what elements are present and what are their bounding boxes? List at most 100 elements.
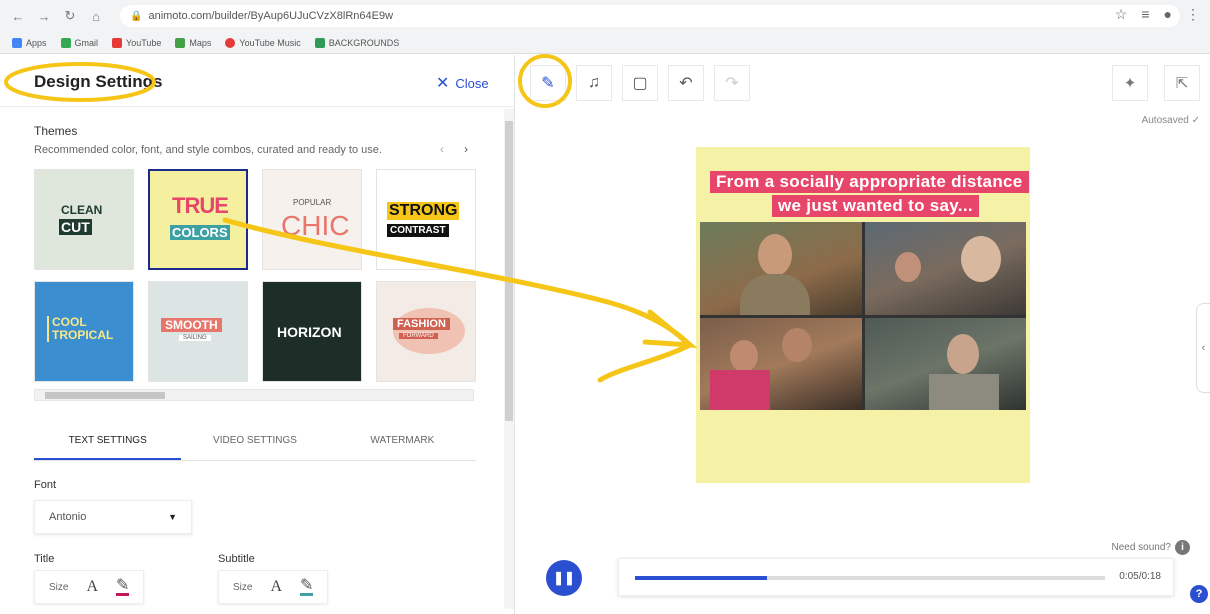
subtitle-label: Subtitle bbox=[218, 553, 255, 565]
theme-subtitle: TROPICAL bbox=[52, 328, 114, 342]
theme-title: POPULAR bbox=[293, 198, 332, 207]
bookmark-label: YouTube bbox=[126, 37, 162, 48]
menu-icon[interactable]: ⋮ bbox=[1186, 6, 1200, 23]
progress-track[interactable] bbox=[635, 576, 1105, 580]
theme-text: COOL TROPICAL bbox=[47, 316, 113, 342]
scroll-thumb[interactable] bbox=[505, 121, 513, 421]
bookmark-maps[interactable]: Maps bbox=[175, 37, 212, 48]
maps-icon bbox=[175, 37, 186, 48]
bookmarks-bar: Apps Gmail YouTube Maps YouTube Music BA… bbox=[0, 32, 1210, 54]
youtube-icon bbox=[112, 37, 123, 48]
theme-horizon[interactable]: HORIZON bbox=[262, 281, 362, 382]
theme-true-colors[interactable]: TRUE COLORS bbox=[148, 169, 248, 270]
tab-watermark[interactable]: WATERMARK bbox=[329, 427, 476, 460]
bookmark-backgrounds[interactable]: BACKGROUNDS bbox=[314, 37, 400, 48]
themes-label: Themes bbox=[34, 124, 78, 138]
theme-cool-tropical[interactable]: COOL TROPICAL bbox=[34, 281, 134, 382]
font-value: Antonio bbox=[49, 511, 87, 523]
need-sound-prompt[interactable]: Need sound? i bbox=[1112, 540, 1190, 555]
theme-clean-cut[interactable]: CLEAN CUT bbox=[34, 169, 134, 270]
star-icon[interactable]: ☆ bbox=[1115, 6, 1128, 23]
tab-video-settings[interactable]: VIDEO SETTINGS bbox=[181, 427, 328, 460]
side-panel-toggle[interactable]: ‹ bbox=[1196, 303, 1210, 393]
close-icon: ✕ bbox=[436, 75, 450, 92]
info-icon[interactable]: i bbox=[1175, 540, 1190, 555]
music-icon[interactable]: ♫ bbox=[576, 65, 612, 101]
home-icon[interactable]: ⌂ bbox=[86, 9, 106, 24]
bookmark-label: Maps bbox=[189, 37, 212, 48]
banner-line-2: we just wanted to say... bbox=[772, 195, 979, 217]
forward-icon[interactable]: → bbox=[34, 9, 54, 24]
photo-man-waving bbox=[700, 222, 862, 315]
theme-subtitle: FORWARD bbox=[399, 333, 438, 339]
pause-button[interactable]: ❚❚ bbox=[546, 560, 582, 596]
bookmark-youtube-music[interactable]: YouTube Music bbox=[225, 37, 301, 48]
theme-title: STRONG bbox=[387, 202, 460, 220]
help-icon[interactable]: ? bbox=[1190, 585, 1208, 603]
title-color-icon[interactable]: ✎ bbox=[116, 577, 130, 596]
video-preview-canvas[interactable]: From a socially appropriate distance we … bbox=[696, 147, 1030, 483]
aspect-ratio-icon[interactable]: ▢ bbox=[622, 65, 658, 101]
bookmark-label: YouTube Music bbox=[239, 37, 301, 48]
theme-smooth-sailing[interactable]: SMOOTH SAILING bbox=[148, 281, 248, 382]
autosaved-text: Autosaved bbox=[1141, 115, 1189, 126]
autosaved-status: Autosaved ✓ bbox=[1141, 115, 1200, 126]
chevron-left-icon: ‹ bbox=[1201, 342, 1206, 354]
undo-icon[interactable]: ↶ bbox=[668, 65, 704, 101]
subtitle-size-label[interactable]: Size bbox=[233, 582, 252, 593]
address-bar[interactable]: 🔒 animoto.com/builder/ByAup6UJuCVzX8lRn6… bbox=[120, 5, 1180, 27]
browser-toolbar: ← → ↻ ⌂ 🔒 animoto.com/builder/ByAup6UJuC… bbox=[0, 0, 1210, 32]
bookmark-gmail[interactable]: Gmail bbox=[60, 37, 99, 48]
export-icon[interactable]: ⇱ bbox=[1164, 65, 1200, 101]
design-settings-panel: Design Settings ✕ Close Themes Recommend… bbox=[0, 55, 515, 614]
magic-wand-icon[interactable]: ✦ bbox=[1112, 65, 1148, 101]
themes-prev-icon[interactable]: ‹ bbox=[440, 142, 444, 156]
back-icon[interactable]: ← bbox=[8, 9, 28, 24]
lock-icon: 🔒 bbox=[130, 10, 143, 22]
settings-tabs: TEXT SETTINGS VIDEO SETTINGS WATERMARK bbox=[34, 427, 476, 461]
redo-icon[interactable]: ↷ bbox=[714, 65, 750, 101]
progress-fill bbox=[635, 576, 767, 580]
banner-line-1: From a socially appropriate distance bbox=[710, 171, 1029, 193]
tab-text-settings[interactable]: TEXT SETTINGS bbox=[34, 427, 182, 460]
panel-vertical-scrollbar[interactable] bbox=[504, 109, 514, 609]
font-select[interactable]: Antonio ▼ bbox=[34, 500, 192, 534]
theme-brush-shape bbox=[393, 308, 465, 354]
subtitle-color-icon[interactable]: ✎ bbox=[300, 577, 314, 596]
playback-timeline[interactable]: 0:05/0:18 bbox=[618, 558, 1174, 596]
theme-title: CLEAN bbox=[61, 203, 103, 217]
title-label: Title bbox=[34, 553, 55, 565]
close-button[interactable]: ✕ Close bbox=[436, 73, 489, 93]
bookmark-label: BACKGROUNDS bbox=[328, 37, 400, 48]
theme-subtitle: CUT bbox=[59, 219, 92, 235]
subtitle-font-style-icon[interactable]: A bbox=[270, 578, 282, 596]
reading-list-icon[interactable]: ≡ bbox=[1141, 6, 1149, 23]
close-label: Close bbox=[455, 75, 489, 91]
photo-woman bbox=[864, 317, 1026, 410]
reload-icon[interactable]: ↻ bbox=[60, 8, 80, 24]
title-style-controls: Size A ✎ bbox=[34, 570, 145, 604]
bookmark-apps[interactable]: Apps bbox=[12, 37, 47, 48]
theme-popular-chic[interactable]: POPULAR CHIC bbox=[262, 169, 362, 270]
title-size-label[interactable]: Size bbox=[49, 582, 68, 593]
theme-title: TRUE bbox=[172, 193, 229, 218]
themes-horizontal-scrollbar[interactable] bbox=[34, 389, 474, 401]
editor-toolbar: ✎ ♫ ▢ ↶ ↷ bbox=[516, 55, 1210, 111]
theme-title: SMOOTH bbox=[161, 318, 222, 332]
theme-strong-contrast[interactable]: STRONG CONTRAST bbox=[376, 169, 476, 270]
theme-title: COOL bbox=[52, 315, 87, 329]
scroll-thumb[interactable] bbox=[45, 392, 165, 399]
theme-subtitle: SAILING bbox=[179, 335, 211, 341]
theme-fashion-forward[interactable]: FASHION FORWARD bbox=[376, 281, 476, 382]
photo-collage bbox=[700, 222, 1026, 410]
title-font-style-icon[interactable]: A bbox=[86, 578, 98, 596]
backgrounds-icon bbox=[314, 37, 325, 48]
profile-icon[interactable]: ● bbox=[1164, 6, 1172, 23]
design-brush-icon[interactable]: ✎ bbox=[530, 65, 566, 101]
pause-icon: ❚❚ bbox=[553, 570, 575, 585]
photo-grandparents bbox=[864, 222, 1026, 315]
themes-next-icon[interactable]: › bbox=[464, 142, 468, 156]
bookmark-youtube[interactable]: YouTube bbox=[112, 37, 162, 48]
video-editor: ✎ ♫ ▢ ↶ ↷ ✦ ⇱ Autosaved ✓ From a sociall… bbox=[516, 55, 1210, 614]
bookmark-label: Gmail bbox=[74, 37, 99, 48]
